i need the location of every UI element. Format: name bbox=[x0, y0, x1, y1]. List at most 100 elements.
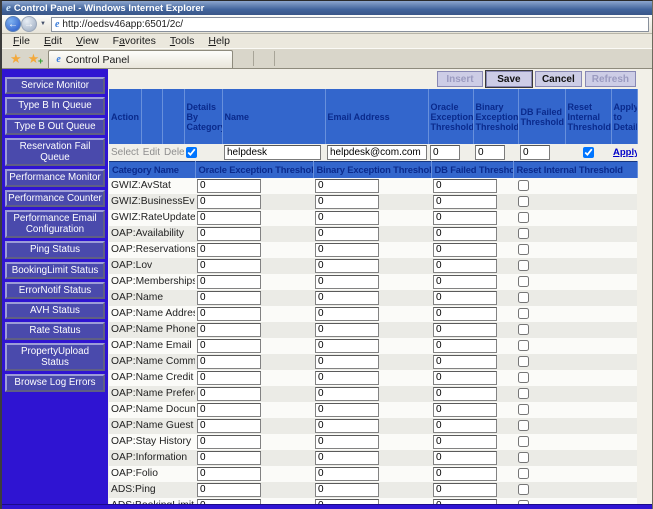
oracle-exception-threshold-field[interactable] bbox=[197, 179, 261, 193]
reset-internal-checkbox[interactable] bbox=[518, 292, 529, 303]
oracle-exception-threshold-field[interactable] bbox=[197, 419, 261, 433]
save-button[interactable]: Save bbox=[486, 71, 532, 87]
reset-internal-checkbox[interactable] bbox=[518, 276, 529, 287]
sidebar-item-type-b-out-queue[interactable]: Type B Out Queue bbox=[5, 118, 105, 135]
binary-exception-threshold-field[interactable] bbox=[315, 451, 379, 465]
url-field[interactable] bbox=[62, 18, 645, 30]
back-button[interactable]: ← bbox=[5, 16, 21, 32]
reset-internal-checkbox[interactable] bbox=[518, 260, 529, 271]
binary-exception-threshold-field[interactable] bbox=[315, 483, 379, 497]
binary-exception-threshold-field[interactable] bbox=[315, 435, 379, 449]
db-failed-threshold-field[interactable] bbox=[433, 179, 497, 193]
binary-exception-threshold-field[interactable] bbox=[315, 259, 379, 273]
reset-internal-checkbox[interactable] bbox=[518, 388, 529, 399]
binary-exception-threshold-field[interactable] bbox=[315, 275, 379, 289]
oracle-threshold-field[interactable] bbox=[430, 145, 460, 160]
oracle-exception-threshold-field[interactable] bbox=[197, 435, 261, 449]
oracle-exception-threshold-field[interactable] bbox=[197, 451, 261, 465]
binary-exception-threshold-field[interactable] bbox=[315, 339, 379, 353]
reset-internal-checkbox[interactable] bbox=[518, 212, 529, 223]
db-failed-threshold-field[interactable] bbox=[433, 435, 497, 449]
binary-exception-threshold-field[interactable] bbox=[315, 419, 379, 433]
db-failed-threshold-field[interactable] bbox=[433, 323, 497, 337]
sidebar-item-reservation-fail-queue[interactable]: Reservation Fail Queue bbox=[5, 138, 105, 167]
db-failed-threshold-field[interactable] bbox=[520, 145, 550, 160]
reset-internal-checkbox[interactable] bbox=[518, 420, 529, 431]
apply-link[interactable]: Apply bbox=[613, 147, 637, 158]
sidebar-item-rate-status[interactable]: Rate Status bbox=[5, 322, 105, 339]
favorites-star-icon[interactable]: ★ bbox=[10, 53, 22, 65]
edit-link[interactable]: Edit bbox=[143, 147, 160, 158]
db-failed-threshold-field[interactable] bbox=[433, 371, 497, 385]
db-failed-threshold-field[interactable] bbox=[433, 307, 497, 321]
details-by-category-checkbox[interactable] bbox=[186, 147, 197, 158]
history-dropdown-icon[interactable]: ▼ bbox=[37, 21, 49, 27]
binary-exception-threshold-field[interactable] bbox=[315, 403, 379, 417]
db-failed-threshold-field[interactable] bbox=[433, 275, 497, 289]
oracle-exception-threshold-field[interactable] bbox=[197, 403, 261, 417]
reset-internal-checkbox[interactable] bbox=[518, 180, 529, 191]
menu-view[interactable]: View bbox=[71, 35, 108, 47]
reset-internal-checkbox[interactable] bbox=[518, 228, 529, 239]
oracle-exception-threshold-field[interactable] bbox=[197, 259, 261, 273]
db-failed-threshold-field[interactable] bbox=[433, 499, 497, 509]
sidebar-item-service-monitor[interactable]: Service Monitor bbox=[5, 77, 105, 94]
forward-button[interactable]: → bbox=[21, 16, 37, 32]
oracle-exception-threshold-field[interactable] bbox=[197, 371, 261, 385]
reset-internal-checkbox[interactable] bbox=[518, 324, 529, 335]
db-failed-threshold-field[interactable] bbox=[433, 243, 497, 257]
binary-exception-threshold-field[interactable] bbox=[315, 195, 379, 209]
select-link[interactable]: Select bbox=[111, 147, 139, 158]
reset-internal-checkbox[interactable] bbox=[583, 147, 594, 158]
oracle-exception-threshold-field[interactable] bbox=[197, 387, 261, 401]
oracle-exception-threshold-field[interactable] bbox=[197, 211, 261, 225]
oracle-exception-threshold-field[interactable] bbox=[197, 467, 261, 481]
tab-control-panel[interactable]: e Control Panel bbox=[48, 50, 233, 68]
reset-internal-checkbox[interactable] bbox=[518, 404, 529, 415]
menu-file[interactable]: File bbox=[8, 35, 39, 47]
db-failed-threshold-field[interactable] bbox=[433, 387, 497, 401]
oracle-exception-threshold-field[interactable] bbox=[197, 483, 261, 497]
oracle-exception-threshold-field[interactable] bbox=[197, 323, 261, 337]
refresh-button[interactable]: Refresh bbox=[585, 71, 636, 87]
insert-button[interactable]: Insert bbox=[437, 71, 483, 87]
email-address-field[interactable] bbox=[327, 145, 427, 160]
binary-exception-threshold-field[interactable] bbox=[315, 355, 379, 369]
binary-exception-threshold-field[interactable] bbox=[315, 243, 379, 257]
oracle-exception-threshold-field[interactable] bbox=[197, 355, 261, 369]
reset-internal-checkbox[interactable] bbox=[518, 340, 529, 351]
binary-exception-threshold-field[interactable] bbox=[315, 323, 379, 337]
db-failed-threshold-field[interactable] bbox=[433, 419, 497, 433]
reset-internal-checkbox[interactable] bbox=[518, 372, 529, 383]
binary-exception-threshold-field[interactable] bbox=[315, 371, 379, 385]
reset-internal-checkbox[interactable] bbox=[518, 452, 529, 463]
db-failed-threshold-field[interactable] bbox=[433, 211, 497, 225]
binary-threshold-field[interactable] bbox=[475, 145, 505, 160]
db-failed-threshold-field[interactable] bbox=[433, 483, 497, 497]
sidebar-item-performance-email-configuration[interactable]: Performance Email Configuration bbox=[5, 210, 105, 239]
add-favorite-icon[interactable]: ★+ bbox=[28, 53, 40, 65]
binary-exception-threshold-field[interactable] bbox=[315, 227, 379, 241]
binary-exception-threshold-field[interactable] bbox=[315, 387, 379, 401]
db-failed-threshold-field[interactable] bbox=[433, 227, 497, 241]
reset-internal-checkbox[interactable] bbox=[518, 196, 529, 207]
delete-link[interactable]: Delete bbox=[164, 147, 184, 158]
oracle-exception-threshold-field[interactable] bbox=[197, 499, 261, 509]
db-failed-threshold-field[interactable] bbox=[433, 291, 497, 305]
menu-help[interactable]: Help bbox=[203, 35, 239, 47]
sidebar-item-ping-status[interactable]: Ping Status bbox=[5, 241, 105, 258]
db-failed-threshold-field[interactable] bbox=[433, 355, 497, 369]
reset-internal-checkbox[interactable] bbox=[518, 356, 529, 367]
oracle-exception-threshold-field[interactable] bbox=[197, 227, 261, 241]
reset-internal-checkbox[interactable] bbox=[518, 484, 529, 495]
db-failed-threshold-field[interactable] bbox=[433, 451, 497, 465]
binary-exception-threshold-field[interactable] bbox=[315, 467, 379, 481]
reset-internal-checkbox[interactable] bbox=[518, 436, 529, 447]
binary-exception-threshold-field[interactable] bbox=[315, 291, 379, 305]
db-failed-threshold-field[interactable] bbox=[433, 259, 497, 273]
sidebar-item-browse-log-errors[interactable]: Browse Log Errors bbox=[5, 374, 105, 391]
menu-favorites[interactable]: Favorites bbox=[108, 35, 165, 47]
binary-exception-threshold-field[interactable] bbox=[315, 211, 379, 225]
oracle-exception-threshold-field[interactable] bbox=[197, 291, 261, 305]
reset-internal-checkbox[interactable] bbox=[518, 244, 529, 255]
